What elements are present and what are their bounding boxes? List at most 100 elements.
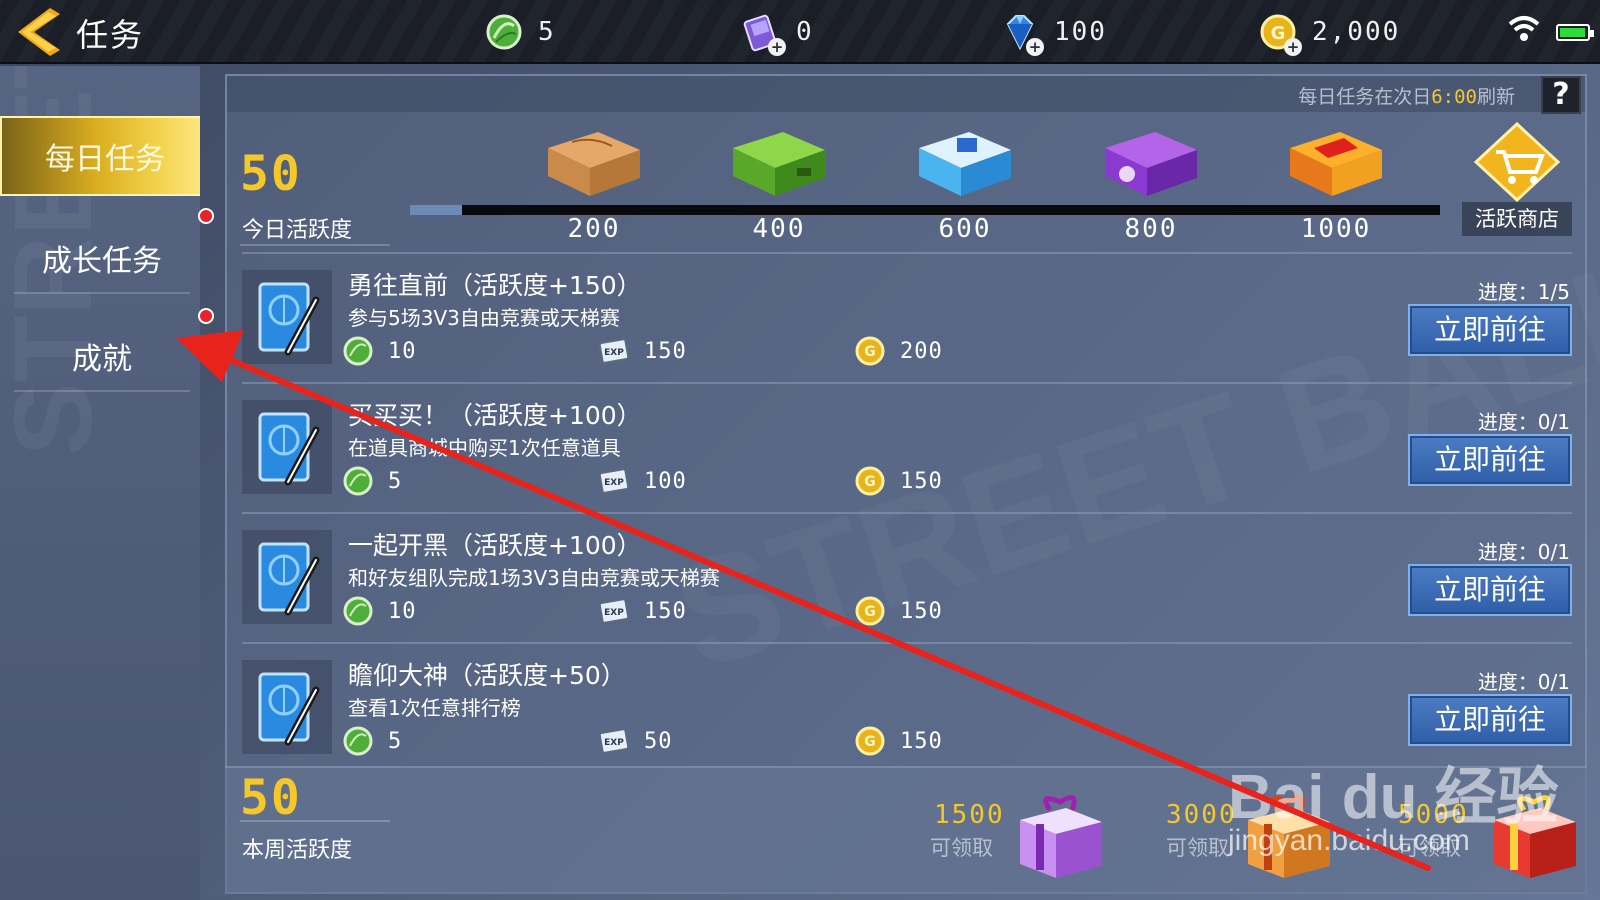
resource-value: 100 [1054, 17, 1107, 47]
resource-jade[interactable]: 5 [484, 10, 556, 54]
top-bar: 任务 5 + 0 + 100 G + 2,000 [0, 0, 1600, 64]
daily-activity-value: 50 [240, 146, 302, 202]
reward-gold: G 150 [854, 464, 943, 498]
help-button[interactable]: ? [1541, 76, 1581, 114]
go-now-button[interactable]: 立即前往 [1408, 564, 1572, 616]
milestone-800[interactable]: 800 [1081, 118, 1221, 248]
svg-text:G: G [864, 344, 876, 360]
reward-gold: G 200 [854, 334, 943, 368]
task-notebook-icon [242, 660, 332, 754]
refresh-bar: 每日任务在次日6:00刷新 ? [227, 76, 1585, 114]
milestone-points: 1000 [1300, 214, 1372, 244]
task-description: 查看1次任意排行榜 [348, 696, 521, 720]
refresh-note: 每日任务在次日6:00刷新 [1298, 86, 1515, 108]
reward-value: 150 [900, 728, 943, 754]
reward-value: 10 [388, 598, 417, 624]
notification-dot [198, 308, 214, 324]
gold-coin-icon: G [855, 336, 885, 366]
task-row: 一起开黑（活跃度+100） 和好友组队完成1场3V3自由竞赛或天梯赛 10 EX… [242, 512, 1572, 638]
reward-value: 150 [900, 468, 943, 494]
plus-icon[interactable]: + [1026, 38, 1044, 56]
gift-points: 3000 [1166, 800, 1237, 830]
back-arrow-icon [18, 8, 60, 56]
progress-fill [410, 205, 462, 215]
resource-card[interactable]: + 0 [742, 10, 814, 56]
activity-shop-label: 活跃商店 [1462, 202, 1572, 236]
task-notebook-icon [242, 270, 332, 364]
gift-status: 可领取 [930, 836, 993, 860]
jade-ball-icon [343, 726, 373, 756]
gift-status: 可领取 [1166, 836, 1229, 860]
task-description: 参与5场3V3自由竞赛或天梯赛 [348, 306, 620, 330]
exp-card-icon: EXP [598, 728, 630, 754]
go-now-button[interactable]: 立即前往 [1408, 304, 1572, 356]
svg-text:EXP: EXP [604, 608, 624, 618]
purple-box-icon [1099, 118, 1203, 202]
reward-exp: EXP 150 [598, 334, 687, 368]
page-title: 任务 [76, 16, 145, 54]
green-box-icon [727, 118, 831, 202]
jade-ball-icon [343, 596, 373, 626]
sidebar-tab-label: 成长任务 [42, 244, 162, 279]
reward-value: 50 [644, 728, 673, 754]
sidebar: STREET BALL 每日任务 成长任务 成就 [0, 66, 200, 900]
jade-ball-icon [484, 12, 524, 52]
svg-text:G: G [1271, 23, 1286, 44]
activity-shop-button[interactable]: 活跃商店 [1462, 118, 1572, 238]
reward-value: 150 [900, 598, 943, 624]
weekly-gift-1500[interactable] [1010, 786, 1110, 886]
resource-value: 2,000 [1312, 17, 1401, 47]
milestone-points: 800 [1124, 214, 1178, 244]
sidebar-tab-label: 每日任务 [45, 142, 165, 177]
task-description: 在道具商城中购买1次任意道具 [348, 436, 621, 460]
jade-ball-icon [343, 336, 373, 366]
go-now-button[interactable]: 立即前往 [1408, 694, 1572, 746]
svg-text:EXP: EXP [604, 478, 624, 488]
sidebar-tab-achievement[interactable]: 成就 [14, 322, 190, 392]
milestone-400[interactable]: 400 [709, 118, 849, 248]
reward-value: 150 [644, 598, 687, 624]
task-progress: 进度：1/5 [1477, 280, 1570, 304]
milestone-1000[interactable]: 1000 [1266, 118, 1406, 248]
reward-value: 200 [900, 338, 943, 364]
resource-value: 0 [796, 17, 814, 47]
gold-coin-icon: G [855, 726, 885, 756]
svg-text:G: G [864, 734, 876, 750]
reward-jade: 5 [342, 464, 402, 498]
task-row: 买买买！（活跃度+100） 在道具商城中购买1次任意道具 5 EXP 100 G… [242, 382, 1572, 508]
blue-box-icon [913, 118, 1017, 202]
orange-box-icon [542, 118, 646, 202]
plus-icon[interactable]: + [1284, 38, 1302, 56]
reward-value: 10 [388, 338, 417, 364]
gold-box-icon [1284, 118, 1388, 202]
shopping-cart-icon [1473, 121, 1561, 203]
svg-text:EXP: EXP [604, 348, 624, 358]
weekly-activity-value: 50 [240, 770, 302, 826]
baidu-watermark-url: jingyan.baidu.com [1228, 824, 1470, 857]
task-title: 买买买！（活跃度+100） [348, 401, 642, 430]
task-row: 勇往直前（活跃度+150） 参与5场3V3自由竞赛或天梯赛 10 EXP 150… [242, 252, 1572, 378]
go-now-button[interactable]: 立即前往 [1408, 434, 1572, 486]
milestone-200[interactable]: 200 [524, 118, 664, 248]
milestone-points: 600 [938, 214, 992, 244]
exp-card-icon: EXP [598, 598, 630, 624]
milestone-600[interactable]: 600 [895, 118, 1035, 248]
svg-text:EXP: EXP [604, 738, 624, 748]
reward-jade: 5 [342, 724, 402, 758]
task-progress: 进度：0/1 [1477, 410, 1570, 434]
plus-icon[interactable]: + [768, 38, 786, 56]
reward-exp: EXP 150 [598, 594, 687, 628]
gift-points: 1500 [934, 800, 1005, 830]
sidebar-tab-label: 成就 [72, 342, 132, 377]
sidebar-tab-daily[interactable]: 每日任务 [0, 116, 200, 196]
resource-value: 5 [538, 17, 556, 47]
sidebar-tab-growth[interactable]: 成长任务 [14, 224, 190, 294]
task-progress: 进度：0/1 [1477, 540, 1570, 564]
resource-diamond[interactable]: + 100 [1000, 10, 1107, 56]
task-progress: 进度：0/1 [1477, 670, 1570, 694]
resource-gold[interactable]: G + 2,000 [1258, 10, 1401, 56]
back-button[interactable] [12, 6, 62, 58]
task-description: 和好友组队完成1场3V3自由竞赛或天梯赛 [348, 566, 720, 590]
jade-ball-icon [343, 466, 373, 496]
diamond-icon: + [1000, 12, 1044, 56]
